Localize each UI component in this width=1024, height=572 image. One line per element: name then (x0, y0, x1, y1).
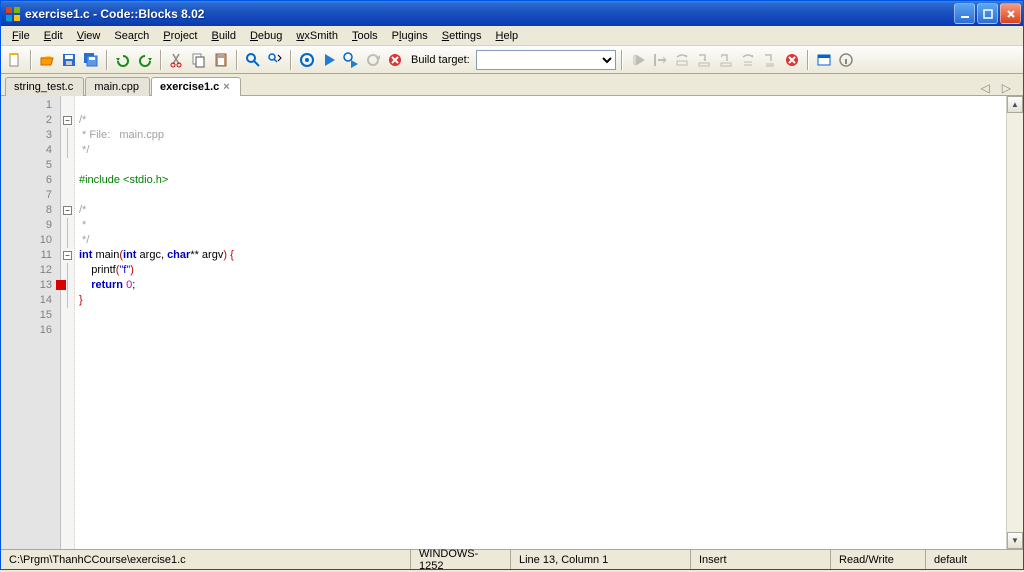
window-buttons (954, 3, 1021, 24)
close-tab-icon[interactable]: × (223, 81, 229, 93)
paste-button[interactable] (211, 50, 231, 70)
window-title: exercise1.c - Code::Blocks 8.02 (25, 7, 954, 21)
scroll-down-button[interactable]: ▼ (1007, 532, 1023, 549)
save-all-button[interactable] (81, 50, 101, 70)
status-profile: default (926, 550, 1023, 569)
run-to-cursor-button[interactable] (650, 50, 670, 70)
build-button[interactable] (297, 50, 317, 70)
status-insert: Insert (691, 550, 831, 569)
editor: 12345678910111213141516 −−− /* * File: m… (1, 96, 1023, 549)
build-target-label: Build target: (411, 54, 470, 66)
menu-wxsmith[interactable]: wxSmith (289, 28, 345, 44)
step-into-instr-button[interactable] (760, 50, 780, 70)
new-file-button[interactable] (5, 50, 25, 70)
fold-column[interactable]: −−− (61, 96, 75, 549)
maximize-button[interactable] (977, 3, 998, 24)
debug-continue-button[interactable] (628, 50, 648, 70)
build-target-select[interactable] (476, 50, 616, 70)
menu-project[interactable]: Project (156, 28, 204, 44)
scroll-track[interactable] (1007, 113, 1023, 532)
status-encoding: WINDOWS-1252 (411, 550, 511, 569)
copy-button[interactable] (189, 50, 209, 70)
scroll-up-button[interactable]: ▲ (1007, 96, 1023, 113)
menu-tools[interactable]: Tools (345, 28, 385, 44)
replace-button[interactable] (265, 50, 285, 70)
menu-edit[interactable]: Edit (37, 28, 70, 44)
menu-search[interactable]: Search (107, 28, 156, 44)
status-position: Line 13, Column 1 (511, 550, 691, 569)
titlebar: exercise1.c - Code::Blocks 8.02 (1, 1, 1023, 26)
editor-tabs: string_test.c main.cpp exercise1.c× ◁ ▷ (1, 74, 1023, 96)
step-out-button[interactable] (716, 50, 736, 70)
save-button[interactable] (59, 50, 79, 70)
menu-plugins[interactable]: Plugins (385, 28, 435, 44)
tab-string-test[interactable]: string_test.c (5, 77, 84, 96)
undo-button[interactable] (113, 50, 133, 70)
toolbar: Build target: (1, 46, 1023, 74)
find-button[interactable] (243, 50, 263, 70)
line-gutter[interactable]: 12345678910111213141516 (1, 96, 61, 549)
debugging-windows-button[interactable] (814, 50, 834, 70)
code-area[interactable]: /* * File: main.cpp */#include <stdio.h>… (75, 96, 1006, 549)
menu-settings[interactable]: Settings (435, 28, 489, 44)
status-path: C:\Prgm\ThanhCCourse\exercise1.c (1, 550, 411, 569)
tab-prev-icon[interactable]: ◁ (977, 81, 994, 95)
build-run-button[interactable] (341, 50, 361, 70)
tab-exercise1[interactable]: exercise1.c× (151, 77, 241, 96)
menu-debug[interactable]: Debug (243, 28, 289, 44)
step-into-button[interactable] (694, 50, 714, 70)
open-button[interactable] (37, 50, 57, 70)
cut-button[interactable] (167, 50, 187, 70)
status-readwrite: Read/Write (831, 550, 926, 569)
tab-main-cpp[interactable]: main.cpp (85, 77, 150, 96)
menubar: File Edit View Search Project Build Debu… (1, 26, 1023, 46)
info-button[interactable] (836, 50, 856, 70)
tab-next-icon[interactable]: ▷ (998, 81, 1015, 95)
menu-help[interactable]: Help (489, 28, 526, 44)
stop-debugger-button[interactable] (782, 50, 802, 70)
minimize-button[interactable] (954, 3, 975, 24)
app-icon (5, 6, 21, 22)
menu-file[interactable]: File (5, 28, 37, 44)
next-instr-button[interactable] (738, 50, 758, 70)
menu-view[interactable]: View (70, 28, 108, 44)
close-button[interactable] (1000, 3, 1021, 24)
next-line-button[interactable] (672, 50, 692, 70)
menu-build[interactable]: Build (205, 28, 243, 44)
redo-button[interactable] (135, 50, 155, 70)
rebuild-button[interactable] (363, 50, 383, 70)
statusbar: C:\Prgm\ThanhCCourse\exercise1.c WINDOWS… (1, 549, 1023, 569)
abort-button[interactable] (385, 50, 405, 70)
tab-nav: ◁ ▷ (977, 81, 1019, 95)
run-button[interactable] (319, 50, 339, 70)
vertical-scrollbar[interactable]: ▲ ▼ (1006, 96, 1023, 549)
